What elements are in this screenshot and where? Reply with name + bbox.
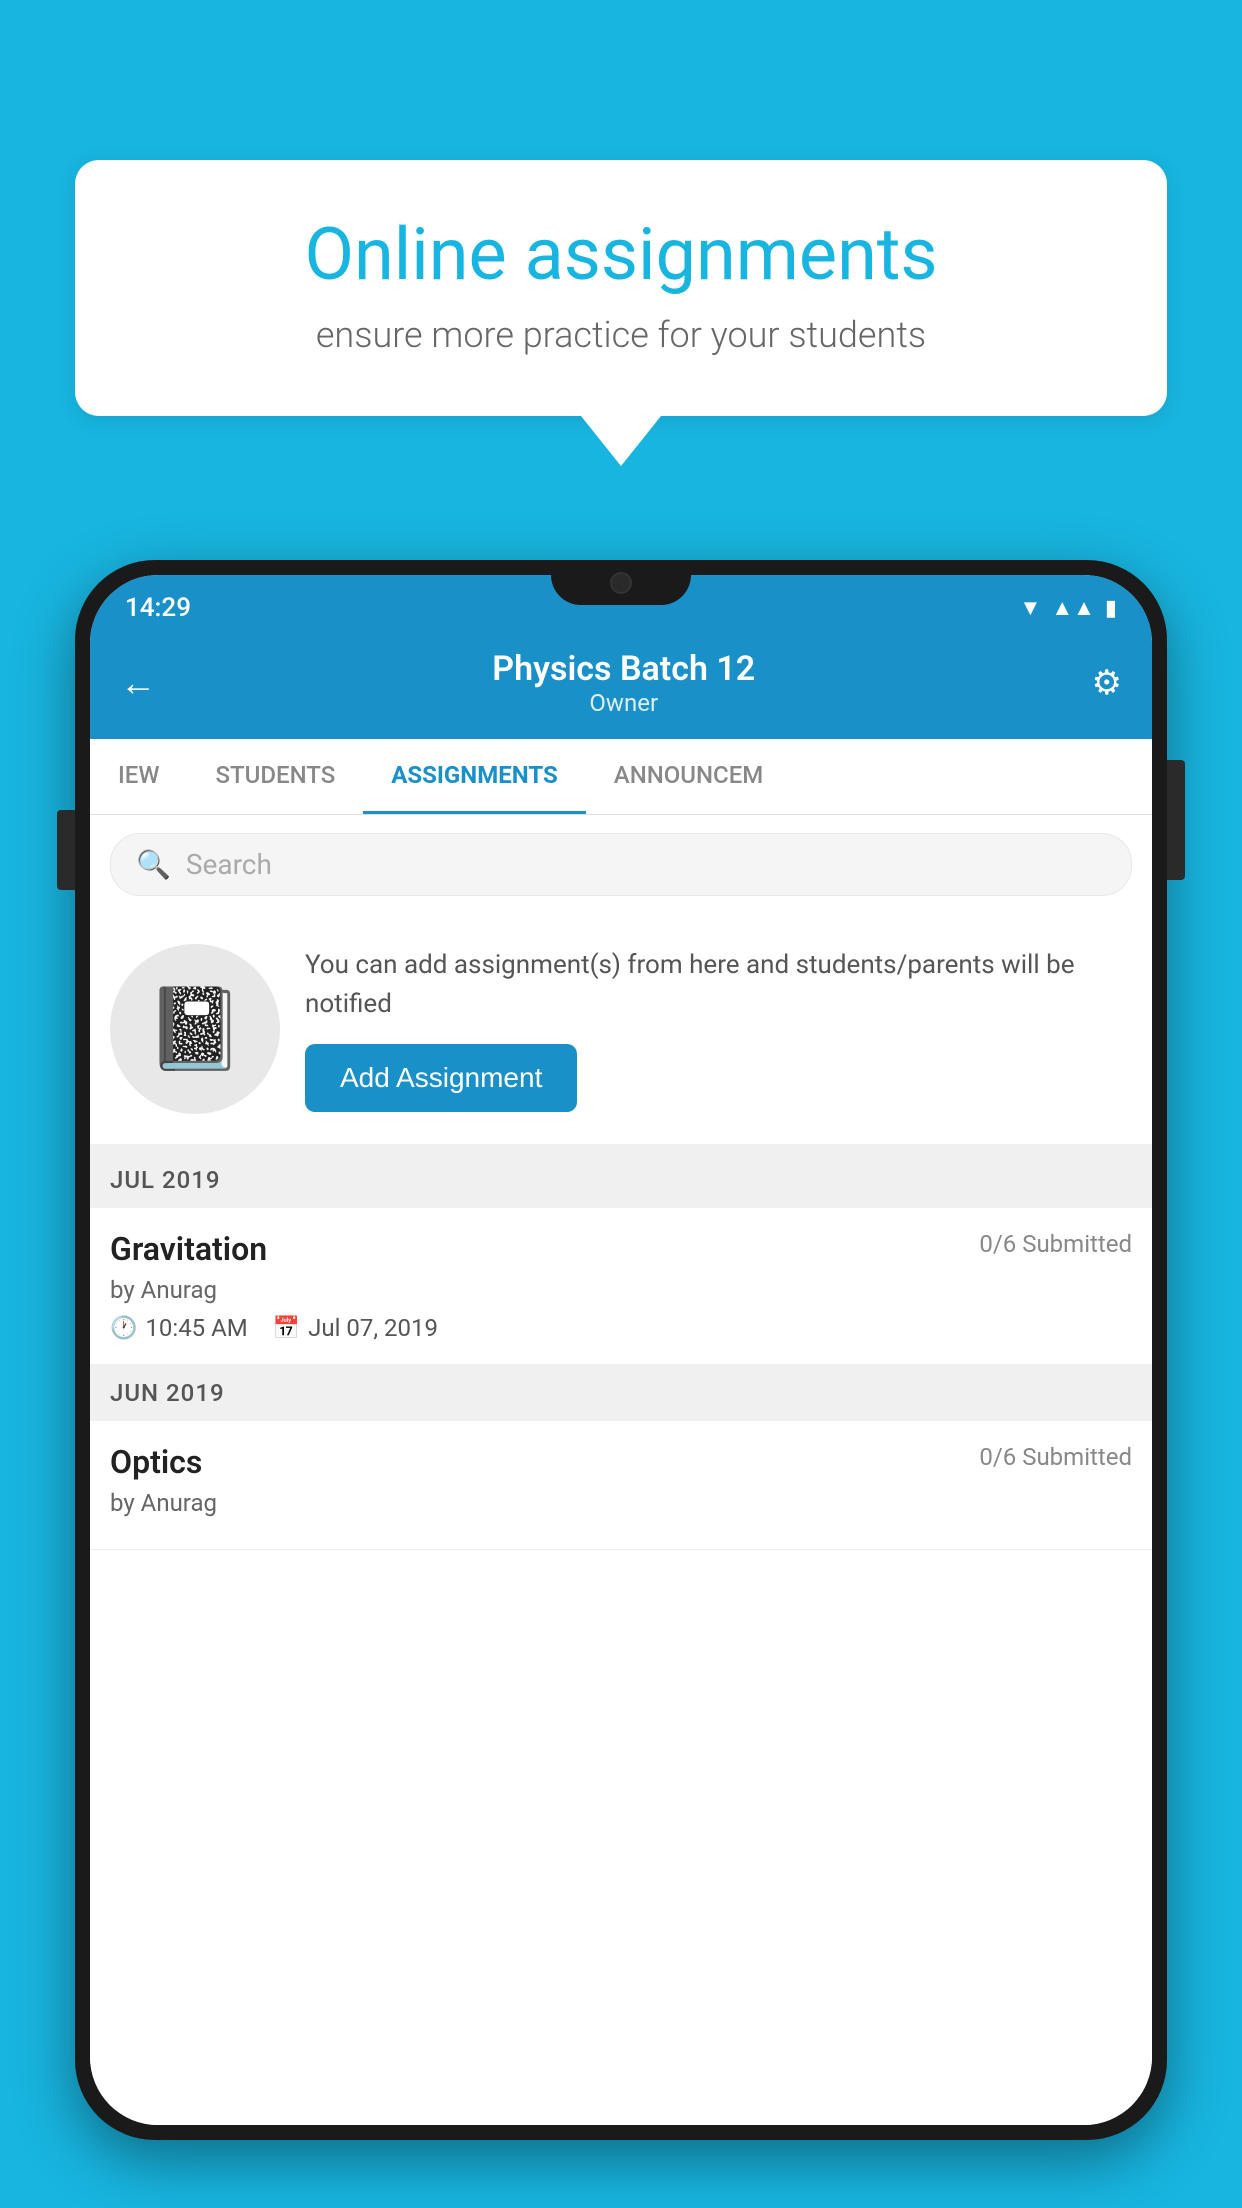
assignment-submitted-optics: 0/6 Submitted <box>979 1443 1132 1471</box>
status-icons: ▼ ▲▲ ▮ <box>1020 595 1117 621</box>
assignment-date-gravitation: 📅 Jul 07, 2019 <box>273 1314 438 1342</box>
speech-bubble-subtitle: ensure more practice for your students <box>135 314 1107 356</box>
speech-bubble-card: Online assignments ensure more practice … <box>75 160 1167 416</box>
search-icon: 🔍 <box>136 848 171 881</box>
tab-iew[interactable]: IEW <box>90 739 187 814</box>
assignment-icon-circle: 📓 <box>110 944 280 1114</box>
add-assignment-right: You can add assignment(s) from here and … <box>305 946 1132 1112</box>
assignment-submitted-gravitation: 0/6 Submitted <box>979 1230 1132 1258</box>
assignment-name-optics: Optics <box>110 1443 202 1481</box>
assignment-time-gravitation: 🕐 10:45 AM <box>110 1314 248 1342</box>
signal-icon: ▲▲ <box>1051 595 1095 621</box>
header-batch-title: Physics Batch 12 <box>492 649 755 689</box>
search-bar-container: 🔍 Search <box>90 815 1152 914</box>
add-assignment-description: You can add assignment(s) from here and … <box>305 946 1132 1024</box>
search-placeholder: Search <box>186 848 272 881</box>
add-assignment-section: 📓 You can add assignment(s) from here an… <box>90 914 1152 1152</box>
add-assignment-button[interactable]: Add Assignment <box>305 1044 577 1112</box>
month-header-jul: JUL 2019 <box>90 1152 1152 1208</box>
search-bar[interactable]: 🔍 Search <box>110 833 1132 896</box>
assignment-meta-gravitation: 🕐 10:45 AM 📅 Jul 07, 2019 <box>110 1314 1132 1342</box>
settings-button[interactable]: ⚙ <box>1092 663 1122 703</box>
content-area: 🔍 Search 📓 You can add assignment(s) fro… <box>90 815 1152 2125</box>
tabs-container: IEW STUDENTS ASSIGNMENTS ANNOUNCEM <box>90 739 1152 815</box>
assignment-item-gravitation[interactable]: Gravitation 0/6 Submitted by Anurag 🕐 10… <box>90 1208 1152 1365</box>
assignment-item-optics[interactable]: Optics 0/6 Submitted by Anurag <box>90 1421 1152 1550</box>
phone-container: 14:29 ▼ ▲▲ ▮ ← Physics Batch 12 Owner ⚙ <box>75 560 1167 2208</box>
wifi-icon: ▼ <box>1020 595 1042 621</box>
phone-notch <box>551 560 691 605</box>
assignment-by-optics: by Anurag <box>110 1489 1132 1517</box>
header-title-section: Physics Batch 12 Owner <box>492 649 755 717</box>
month-header-jun: JUN 2019 <box>90 1365 1152 1421</box>
phone-screen: 14:29 ▼ ▲▲ ▮ ← Physics Batch 12 Owner ⚙ <box>90 575 1152 2125</box>
tab-announcements[interactable]: ANNOUNCEM <box>586 739 791 814</box>
speech-bubble-container: Online assignments ensure more practice … <box>75 160 1167 466</box>
back-button[interactable]: ← <box>120 662 156 704</box>
tab-students[interactable]: STUDENTS <box>187 739 363 814</box>
tab-assignments[interactable]: ASSIGNMENTS <box>363 739 586 814</box>
clock-icon: 🕐 <box>110 1316 137 1341</box>
assignment-optics-top-row: Optics 0/6 Submitted <box>110 1443 1132 1481</box>
app-header: ← Physics Batch 12 Owner ⚙ <box>90 631 1152 739</box>
phone-inner: 14:29 ▼ ▲▲ ▮ ← Physics Batch 12 Owner ⚙ <box>90 575 1152 2125</box>
phone-outer: 14:29 ▼ ▲▲ ▮ ← Physics Batch 12 Owner ⚙ <box>75 560 1167 2140</box>
battery-icon: ▮ <box>1105 596 1117 621</box>
status-time: 14:29 <box>125 593 191 623</box>
assignment-top-row: Gravitation 0/6 Submitted <box>110 1230 1132 1268</box>
front-camera <box>610 572 632 594</box>
header-role-subtitle: Owner <box>492 689 755 717</box>
speech-bubble-title: Online assignments <box>135 215 1107 294</box>
notebook-icon: 📓 <box>145 982 245 1076</box>
assignment-by-gravitation: by Anurag <box>110 1276 1132 1304</box>
speech-bubble-arrow <box>581 416 661 466</box>
calendar-icon: 📅 <box>273 1316 300 1341</box>
assignment-name-gravitation: Gravitation <box>110 1230 267 1268</box>
